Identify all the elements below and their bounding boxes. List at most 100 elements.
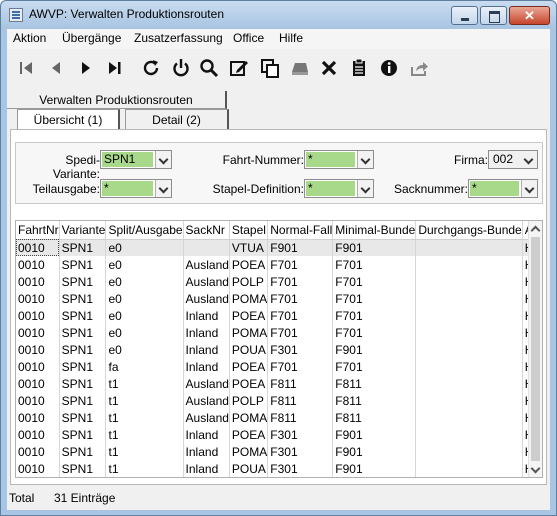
table-cell: F901 xyxy=(332,426,417,443)
table-cell: SPN1 xyxy=(59,290,107,307)
table-row[interactable]: 0010SPN1e0AuslandPOMAF701F701HB01 xyxy=(16,290,542,307)
table-cell: t1 xyxy=(105,392,184,409)
table-row[interactable]: 0010SPN1e0VTUAF901F901HA10 xyxy=(16,239,542,256)
outer-tab-strip: Verwalten Produktionsrouten xyxy=(7,91,550,111)
table-row[interactable]: 0010SPN1t1AuslandPOLPF811F811HA03 xyxy=(16,392,542,409)
table-cell xyxy=(415,460,523,477)
table-row[interactable]: 0010SPN1e0AuslandPOLPF701F701HA03 xyxy=(16,273,542,290)
spedi-variante-value: SPN1 xyxy=(102,152,153,167)
tab-verwalten-produktionsrouten[interactable]: Verwalten Produktionsrouten xyxy=(7,91,227,109)
table-cell: POMA xyxy=(229,443,269,460)
tab-uebersicht[interactable]: Übersicht (1) xyxy=(17,109,120,130)
table-cell: POMA xyxy=(229,324,269,341)
table-cell: 0010 xyxy=(16,392,60,409)
sacknummer-value: * xyxy=(470,181,519,196)
eraser-icon[interactable] xyxy=(289,57,311,79)
sacknummer-label: Sacknummer: xyxy=(393,182,468,196)
table-cell: F811 xyxy=(332,375,417,392)
table-cell: 0010 xyxy=(16,290,60,307)
teilausgabe-label: Teilausgabe: xyxy=(32,182,100,196)
table-header-row: FahrtNr Variante Split/Ausgabe SackNr St… xyxy=(16,221,542,240)
status-bar: Total 31 Einträge xyxy=(7,487,550,510)
chevron-down-icon[interactable] xyxy=(357,180,373,197)
table-cell: e0 xyxy=(105,256,184,273)
clipboard-icon[interactable] xyxy=(348,57,370,79)
vertical-scrollbar[interactable] xyxy=(528,221,542,477)
table-cell: t1 xyxy=(105,443,184,460)
table-cell: e0 xyxy=(105,239,184,256)
table-row[interactable]: 0010SPN1e0InlandPOUAF301F901HB02 xyxy=(16,341,542,358)
column-header[interactable]: Split/Ausgabe xyxy=(105,221,184,240)
table-row[interactable]: 0010SPN1t1InlandPOUAF301F901HB02 xyxy=(16,460,542,477)
table-cell: F701 xyxy=(332,273,417,290)
spedi-variante-select[interactable]: SPN1 xyxy=(100,150,172,169)
table-cell: F901 xyxy=(267,239,334,256)
table-cell: F811 xyxy=(332,392,417,409)
column-header[interactable]: FahrtNr xyxy=(16,221,60,240)
menu-zusatzerfassung[interactable]: Zusatzerfassung xyxy=(134,31,223,45)
power-icon[interactable] xyxy=(170,57,192,79)
chevron-down-icon[interactable] xyxy=(357,151,373,168)
tab-strip: Übersicht (1) Detail (2) xyxy=(7,109,550,131)
table-row[interactable]: 0010SPN1e0InlandPOMAF701F701HB01 xyxy=(16,324,542,341)
table-row[interactable]: 0010SPN1faInlandPOEAF701F701HA01 xyxy=(16,358,542,375)
firma-select[interactable]: 002 xyxy=(488,150,538,169)
first-record-icon[interactable] xyxy=(15,57,37,79)
table-cell: F811 xyxy=(267,409,334,426)
menu-aktion[interactable]: Aktion xyxy=(13,31,46,45)
menu-office[interactable]: Office xyxy=(233,31,264,45)
menu-hilfe[interactable]: Hilfe xyxy=(279,31,303,45)
delete-icon[interactable] xyxy=(318,57,340,79)
table-cell: 0010 xyxy=(16,443,60,460)
close-button[interactable]: ✕ xyxy=(509,6,550,25)
table-row[interactable]: 0010SPN1t1AuslandPOMAF811F811HB01 xyxy=(16,409,542,426)
table-cell: SPN1 xyxy=(59,324,107,341)
table-row[interactable]: 0010SPN1t1InlandPOEAF301F901HA01 xyxy=(16,426,542,443)
fahrt-nummer-select[interactable]: * xyxy=(304,150,374,169)
table-row[interactable]: 0010SPN1e0InlandPOEAF701F701HA01 xyxy=(16,307,542,324)
table-cell: SPN1 xyxy=(59,392,107,409)
previous-record-icon[interactable] xyxy=(45,57,67,79)
search-icon[interactable] xyxy=(198,57,220,79)
sacknummer-select[interactable]: * xyxy=(468,179,538,198)
last-record-icon[interactable] xyxy=(104,57,126,79)
teilausgabe-value: * xyxy=(102,181,153,196)
column-header[interactable]: Variante xyxy=(59,221,107,240)
chevron-down-icon[interactable] xyxy=(155,180,171,197)
table-row[interactable]: 0010SPN1e0AuslandPOEAF701F701HA02 xyxy=(16,256,542,273)
scroll-up-icon[interactable] xyxy=(529,221,542,235)
title-bar[interactable]: AWVP: Verwalten Produktionsrouten ✕ xyxy=(1,1,556,29)
table-row[interactable]: 0010SPN1t1AuslandPOEAF811F811HA02 xyxy=(16,375,542,392)
table-cell xyxy=(415,409,523,426)
info-icon[interactable] xyxy=(378,57,400,79)
next-record-icon[interactable] xyxy=(75,57,97,79)
maximize-button[interactable] xyxy=(480,6,507,25)
column-header[interactable]: Stapel xyxy=(229,221,269,240)
table-cell: e0 xyxy=(105,307,184,324)
scroll-down-icon[interactable] xyxy=(529,463,542,477)
share-icon[interactable] xyxy=(408,57,430,79)
minimize-button[interactable] xyxy=(451,6,478,25)
copy-icon[interactable] xyxy=(259,57,281,79)
chevron-down-icon[interactable] xyxy=(155,151,171,168)
scroll-thumb[interactable] xyxy=(531,237,540,461)
table-cell: VTUA xyxy=(229,239,269,256)
app-icon xyxy=(9,8,23,22)
edit-icon[interactable] xyxy=(228,57,250,79)
menu-uebergaenge[interactable]: Übergänge xyxy=(62,31,121,45)
stapel-definition-select[interactable]: * xyxy=(304,179,374,198)
teilausgabe-select[interactable]: * xyxy=(100,179,172,198)
column-header[interactable]: SackNr xyxy=(183,221,230,240)
column-header[interactable]: Durchgangs-Bunde xyxy=(415,221,523,240)
tab-detail[interactable]: Detail (2) xyxy=(125,109,229,130)
table-cell: POEA xyxy=(229,256,269,273)
chevron-down-icon[interactable] xyxy=(521,151,537,168)
table-cell: POLP xyxy=(229,273,269,290)
table-cell: t1 xyxy=(105,409,184,426)
table-cell: F701 xyxy=(267,290,334,307)
refresh-icon[interactable] xyxy=(140,57,162,79)
table-row[interactable]: 0010SPN1t1InlandPOMAF301F901HB01 xyxy=(16,443,542,460)
column-header[interactable]: Minimal-Bunde xyxy=(332,221,417,240)
column-header[interactable]: Normal-Fall xyxy=(267,221,334,240)
chevron-down-icon[interactable] xyxy=(521,180,537,197)
